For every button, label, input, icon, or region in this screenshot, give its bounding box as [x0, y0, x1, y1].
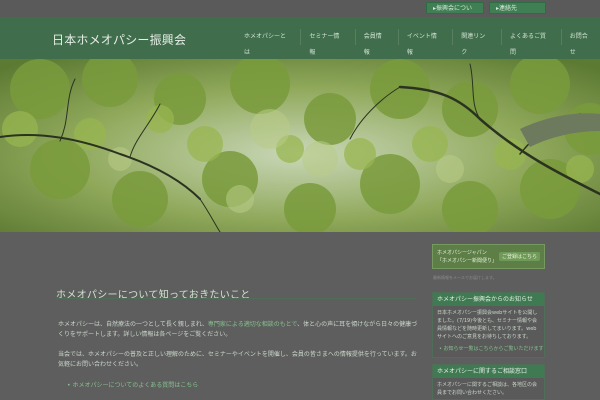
- bullet-icon: •: [439, 346, 442, 352]
- consult-box-title: ホメオパシーに関するご相談窓口: [433, 365, 544, 378]
- site-title[interactable]: 日本ホメオパシー振興会: [52, 31, 186, 48]
- hero-image-trees: [0, 59, 600, 232]
- hero-foliage-illustration: [0, 59, 600, 232]
- nav-item-links[interactable]: 関連リンク: [452, 29, 497, 56]
- intro-paragraph: ホメオパシーは、自然療法の一つとして長く親しまれ、専門家による適切な相談のもとで…: [58, 320, 418, 340]
- news-box-link[interactable]: • お知らせ一覧はこちらからご覧いただけます: [433, 345, 544, 352]
- contact-link[interactable]: ▸連絡先: [489, 2, 546, 14]
- consult-box: ホメオパシーに関するご相談窓口 ホメオパシーに関するご相談は、各地区の会員までお…: [432, 364, 545, 400]
- nav-item-events[interactable]: イベント情報: [397, 29, 448, 56]
- intro-text-start: ホメオパシーは、自然療法の一つとして長く親しまれ、: [58, 321, 208, 328]
- nav-item-about-homeopathy[interactable]: ホメオパシーとは: [236, 29, 296, 56]
- bullet-icon: •: [67, 382, 71, 389]
- site-header: 日本ホメオパシー振興会 ホメオパシーとは セミナー情報 会員情報 イベント情報 …: [0, 17, 600, 59]
- about-association-link[interactable]: ▸振興会について: [426, 2, 484, 24]
- banner-subtitle: 「ホメオパシー新聞便り」: [437, 258, 498, 264]
- nav-item-seminars[interactable]: セミナー情報: [300, 29, 350, 56]
- faq-bullet-link[interactable]: • ホメオパシーについてのよくある質問はこちら: [67, 380, 198, 389]
- consult-box-text: ホメオパシーに関するご相談は、各地区の会員までお問い合わせください。: [437, 382, 538, 396]
- intro-highlight-link[interactable]: 専門家による適切な相談のもとで: [208, 321, 297, 328]
- banner-title: ホメオパシージャパン: [437, 250, 487, 256]
- main-nav: ホメオパシーとは セミナー情報 会員情報 イベント情報 関連リンク よくあるご質…: [236, 29, 600, 56]
- nav-item-faq[interactable]: よくあるご質問: [500, 29, 557, 56]
- news-link-text[interactable]: お知らせ一覧はこちらからご覧いただけます: [444, 346, 544, 352]
- activity-paragraph: 当会では、ホメオパシーの普及と正しい理解のために、セミナーやイベントを開催し、会…: [58, 351, 417, 368]
- heading-divider: [56, 298, 416, 299]
- nav-item-members[interactable]: 会員情報: [354, 29, 394, 56]
- top-bar: ▸振興会について ▸連絡先: [0, 0, 600, 24]
- banner-caption: 最新情報をメールでお届けします。: [433, 275, 497, 280]
- news-box-title: ホメオパシー振興会からのお知らせ: [433, 293, 544, 306]
- news-box-text: 日本ホメオパシー振興会webサイトを公開しました。(7/19)今後とも、セミナー…: [437, 310, 538, 340]
- banner-register-button[interactable]: ご登録はこちら: [498, 252, 540, 261]
- faq-bullet-text[interactable]: ホメオパシーについてのよくある質問はこちら: [72, 382, 198, 389]
- newsletter-banner[interactable]: ホメオパシージャパン 「ホメオパシー新聞便り」 ご登録はこちら: [432, 244, 545, 269]
- news-box: ホメオパシー振興会からのお知らせ 日本ホメオパシー振興会webサイトを公開しまし…: [432, 292, 545, 358]
- nav-item-inquiry[interactable]: お問合せ: [560, 29, 600, 56]
